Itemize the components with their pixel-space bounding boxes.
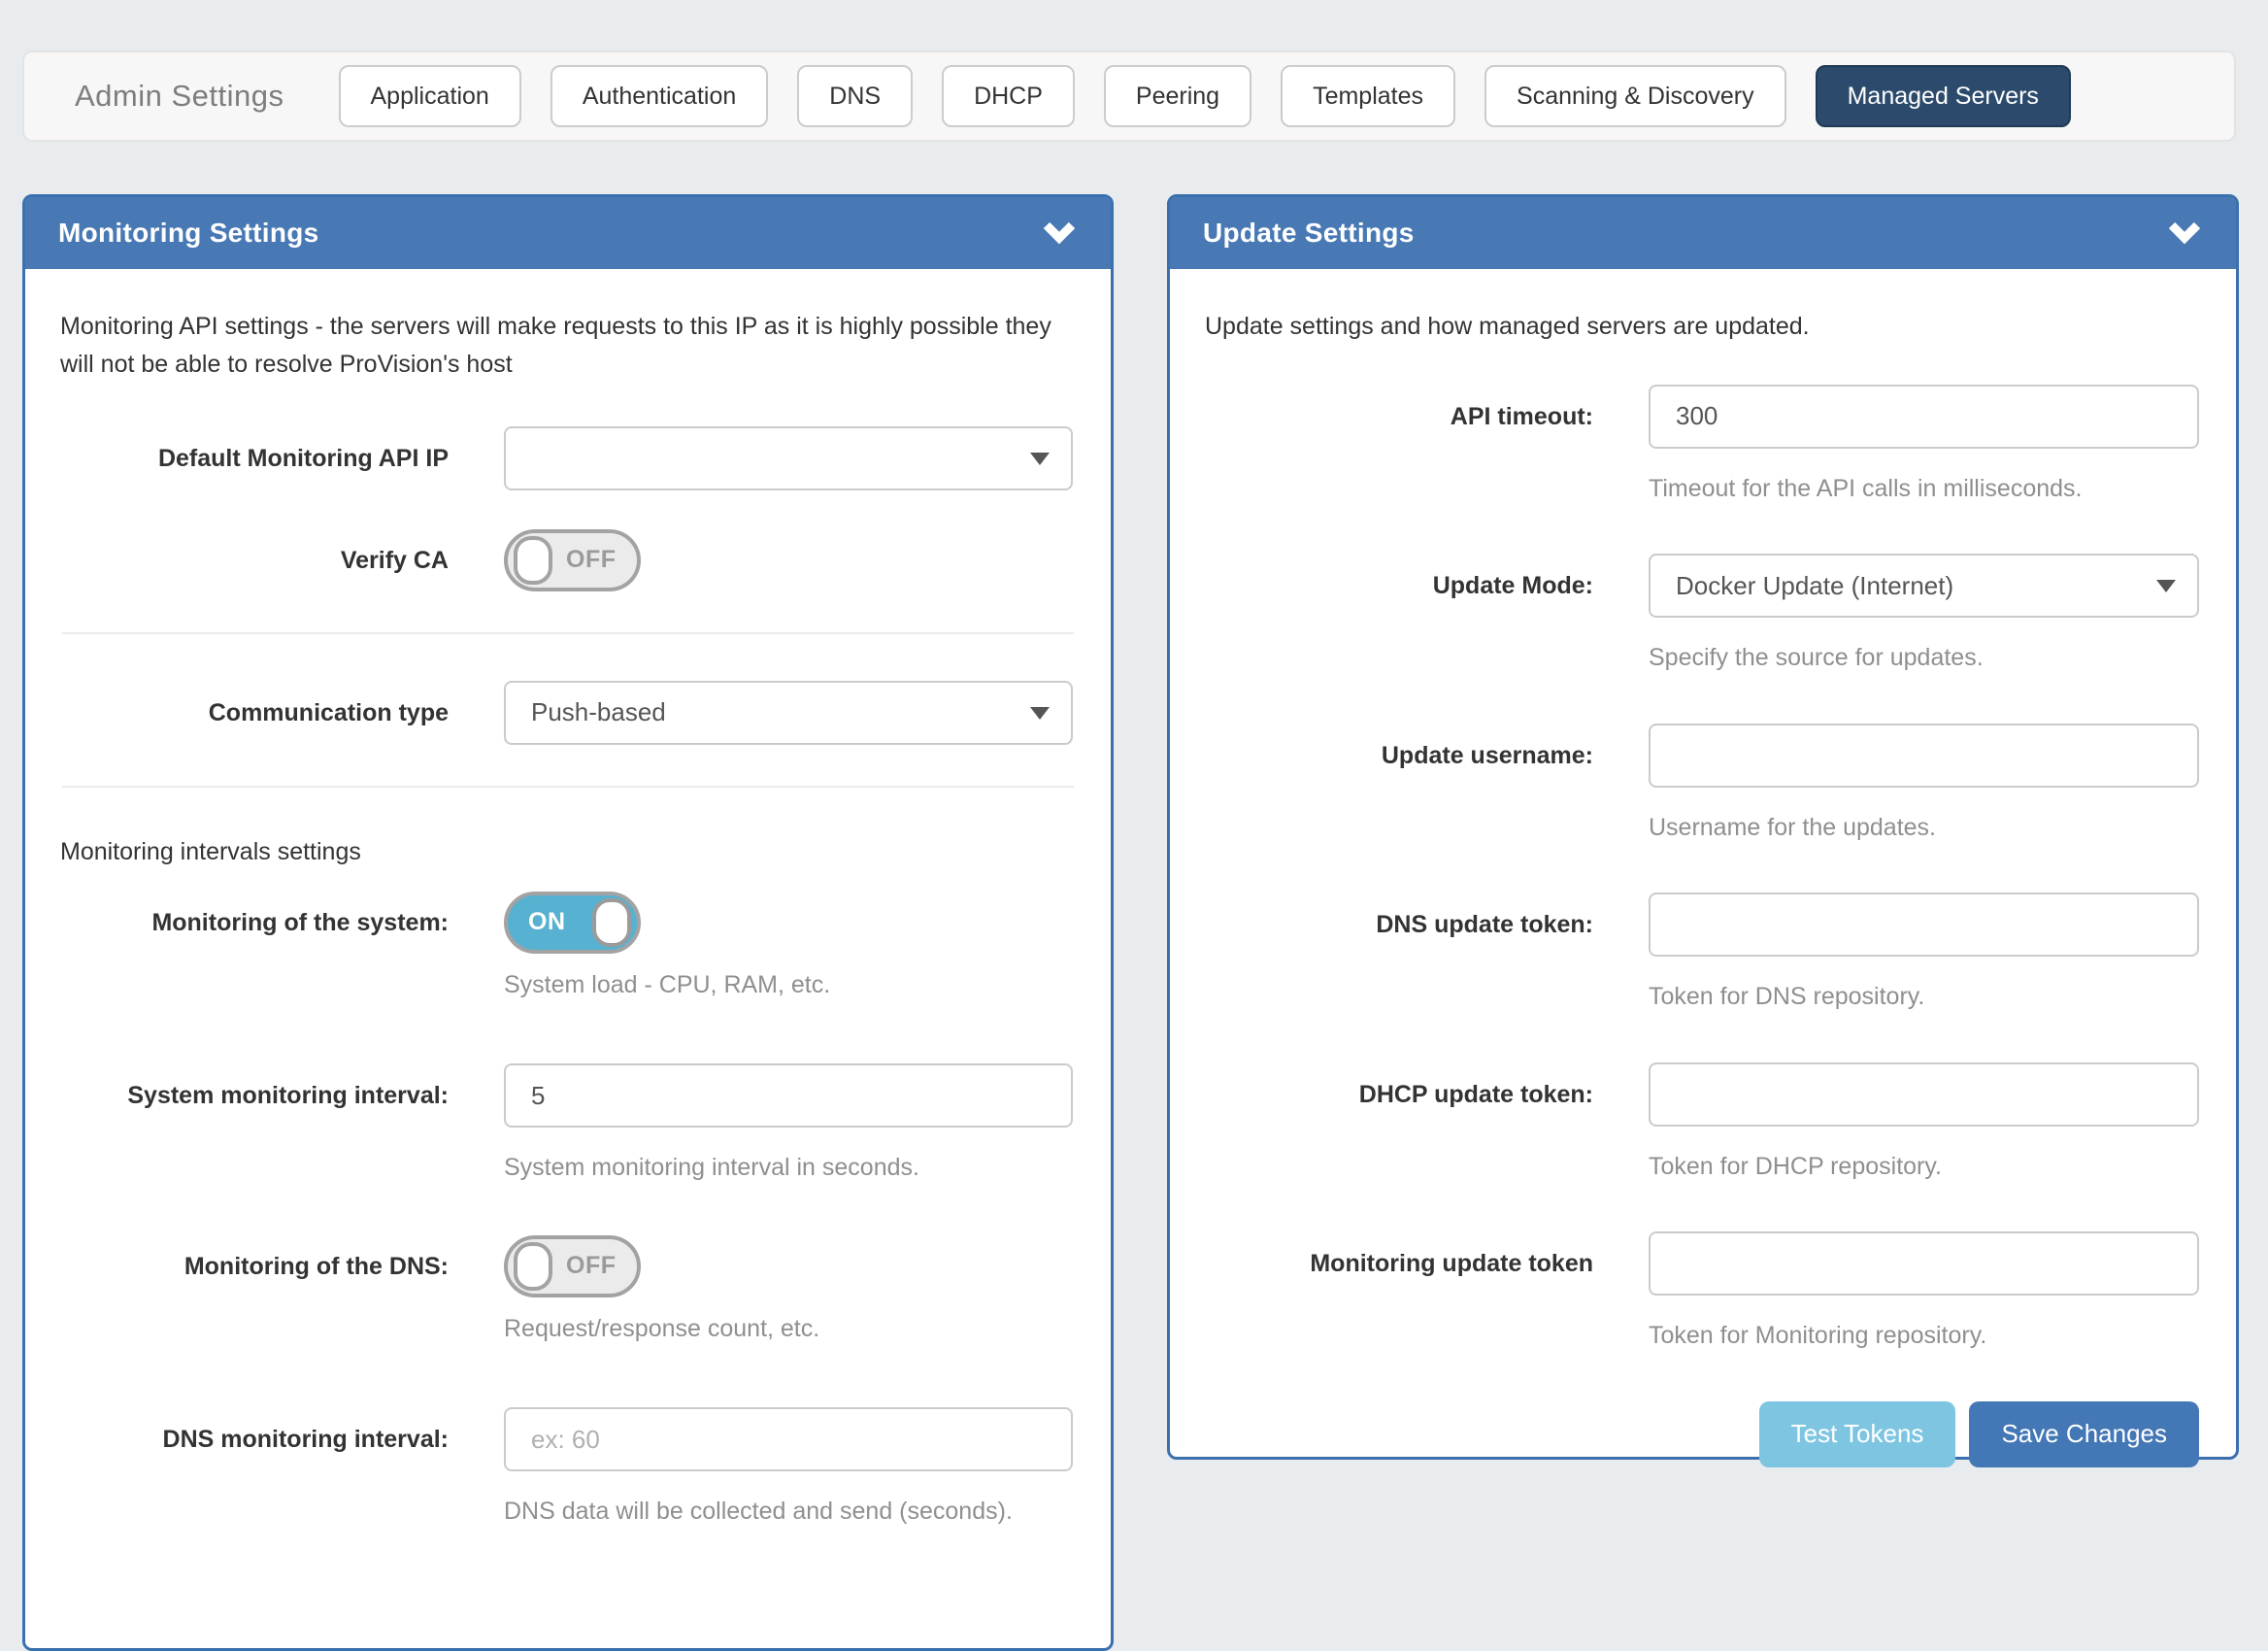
panel-title: Monitoring Settings bbox=[58, 218, 319, 249]
field-label: Update username: bbox=[1205, 724, 1593, 772]
update-settings-header: Update Settings bbox=[1170, 197, 2236, 269]
panel-title: Update Settings bbox=[1203, 218, 1415, 249]
field-help: Specify the source for updates. bbox=[1649, 640, 2199, 677]
divider bbox=[62, 786, 1074, 788]
admin-settings-toolbar: Admin Settings Application Authenticatio… bbox=[22, 51, 2236, 142]
dhcp-update-token-input[interactable] bbox=[1649, 1062, 2199, 1127]
monitoring-update-token-input[interactable] bbox=[1649, 1231, 2199, 1296]
tab-dns[interactable]: DNS bbox=[797, 65, 913, 127]
monitoring-system-toggle[interactable]: ON bbox=[504, 892, 641, 954]
tab-dhcp[interactable]: DHCP bbox=[942, 65, 1075, 127]
select-value: Push-based bbox=[531, 697, 666, 727]
monitoring-dns-toggle[interactable]: OFF bbox=[504, 1235, 641, 1297]
field-label: Monitoring of the DNS: bbox=[60, 1235, 449, 1283]
panel-description: Update settings and how managed servers … bbox=[1205, 308, 2199, 346]
field-help: System monitoring interval in seconds. bbox=[504, 1150, 1073, 1187]
chevron-down-icon bbox=[2168, 220, 2201, 246]
tab-peering[interactable]: Peering bbox=[1104, 65, 1251, 127]
field-label: Default Monitoring API IP bbox=[60, 426, 449, 475]
dns-update-token-input[interactable] bbox=[1649, 893, 2199, 957]
field-help: Timeout for the API calls in millisecond… bbox=[1649, 471, 2199, 508]
section-heading: Monitoring intervals settings bbox=[60, 838, 1074, 866]
field-help: Token for DHCP repository. bbox=[1649, 1149, 2199, 1186]
toggle-knob bbox=[514, 536, 552, 585]
field-help: Request/response count, etc. bbox=[504, 1311, 1073, 1348]
chevron-down-icon bbox=[1043, 220, 1076, 246]
field-label: System monitoring interval: bbox=[60, 1063, 449, 1112]
collapse-button[interactable] bbox=[2166, 219, 2203, 248]
toggle-state-label: OFF bbox=[566, 1252, 617, 1280]
panel-actions: Test Tokens Save Changes bbox=[1649, 1401, 2199, 1467]
field-label: Monitoring update token bbox=[1205, 1231, 1593, 1280]
field-label: API timeout: bbox=[1205, 385, 1593, 433]
toggle-knob bbox=[592, 898, 631, 947]
field-label: DNS monitoring interval: bbox=[60, 1407, 449, 1456]
field-label: DHCP update token: bbox=[1205, 1062, 1593, 1111]
field-label: DNS update token: bbox=[1205, 893, 1593, 941]
monitoring-settings-header: Monitoring Settings bbox=[25, 197, 1111, 269]
page-title: Admin Settings bbox=[75, 79, 284, 114]
update-username-input[interactable] bbox=[1649, 724, 2199, 788]
update-settings-panel: Update Settings Update settings and how … bbox=[1167, 194, 2239, 1460]
tab-application[interactable]: Application bbox=[339, 65, 521, 127]
update-mode-select[interactable]: Docker Update (Internet) bbox=[1649, 554, 2199, 618]
tab-templates[interactable]: Templates bbox=[1281, 65, 1455, 127]
field-help: Username for the updates. bbox=[1649, 810, 2199, 847]
save-changes-button[interactable]: Save Changes bbox=[1969, 1401, 2199, 1467]
caret-down-icon bbox=[2156, 580, 2176, 592]
field-label: Monitoring of the system: bbox=[60, 892, 449, 939]
field-help: DNS data will be collected and send (sec… bbox=[504, 1494, 1073, 1531]
tab-scanning-discovery[interactable]: Scanning & Discovery bbox=[1484, 65, 1786, 127]
test-tokens-button[interactable]: Test Tokens bbox=[1759, 1401, 1956, 1467]
caret-down-icon bbox=[1030, 707, 1050, 720]
tab-managed-servers[interactable]: Managed Servers bbox=[1816, 65, 2071, 127]
communication-type-select[interactable]: Push-based bbox=[504, 681, 1073, 745]
field-help: Token for DNS repository. bbox=[1649, 979, 2199, 1016]
default-monitoring-api-ip-select[interactable] bbox=[504, 426, 1073, 490]
system-monitoring-interval-input[interactable] bbox=[504, 1063, 1073, 1128]
verify-ca-toggle[interactable]: OFF bbox=[504, 529, 641, 591]
settings-tab-bar: Application Authentication DNS DHCP Peer… bbox=[339, 65, 2071, 127]
field-help: System load - CPU, RAM, etc. bbox=[504, 967, 1073, 1004]
monitoring-settings-panel: Monitoring Settings Monitoring API setti… bbox=[22, 194, 1114, 1651]
dns-monitoring-interval-input[interactable] bbox=[504, 1407, 1073, 1471]
field-label: Communication type bbox=[60, 681, 449, 729]
caret-down-icon bbox=[1030, 453, 1050, 465]
field-help: Token for Monitoring repository. bbox=[1649, 1318, 2199, 1355]
field-label: Verify CA bbox=[60, 529, 449, 577]
toggle-state-label: ON bbox=[528, 908, 566, 936]
collapse-button[interactable] bbox=[1041, 219, 1078, 248]
field-label: Update Mode: bbox=[1205, 554, 1593, 602]
divider bbox=[62, 632, 1074, 634]
toggle-knob bbox=[514, 1242, 552, 1291]
tab-authentication[interactable]: Authentication bbox=[550, 65, 768, 127]
api-timeout-input[interactable] bbox=[1649, 385, 2199, 449]
panel-description: Monitoring API settings - the servers wi… bbox=[60, 308, 1074, 384]
select-value: Docker Update (Internet) bbox=[1676, 571, 1953, 601]
toggle-state-label: OFF bbox=[566, 546, 617, 574]
